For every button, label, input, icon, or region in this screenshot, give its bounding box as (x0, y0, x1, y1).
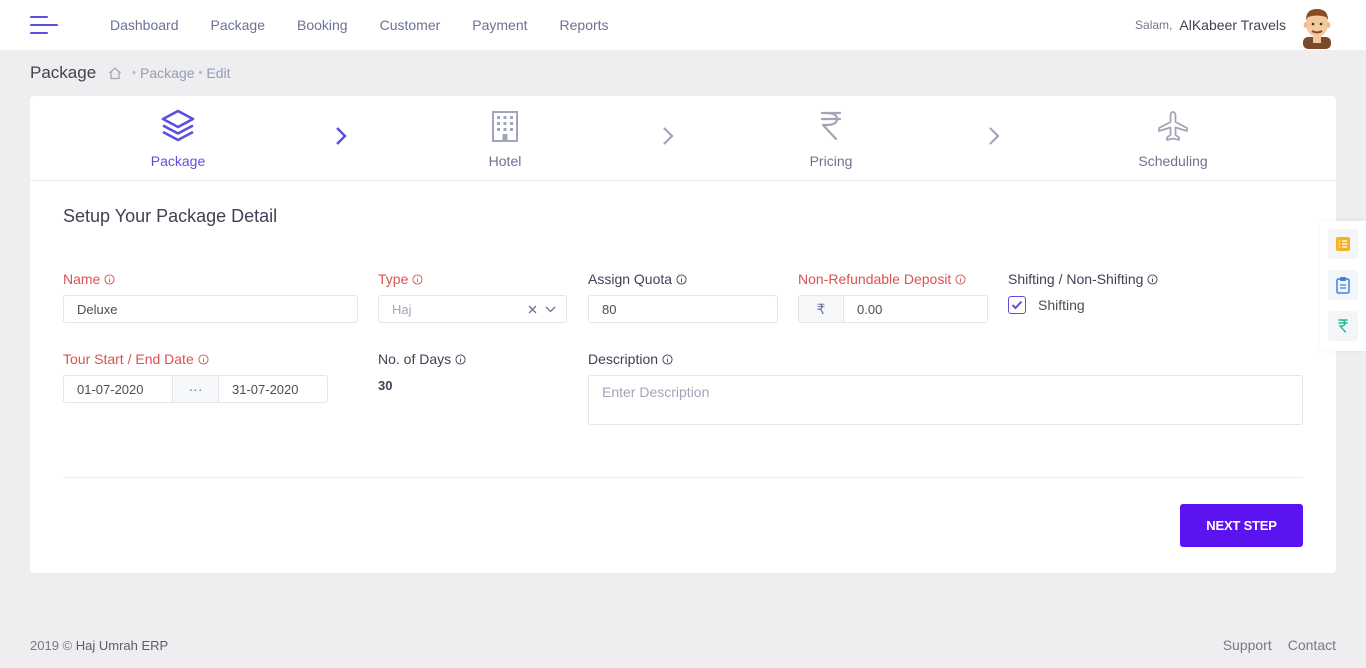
name-label-text: Name (63, 271, 101, 287)
chevron-right-icon (989, 127, 1000, 145)
user-menu[interactable]: Salam, AlKabeer Travels (1135, 0, 1336, 50)
deposit-input[interactable]: 0.00 (843, 295, 988, 323)
info-icon (955, 273, 966, 285)
user-name: AlKabeer Travels (1179, 17, 1286, 33)
form-divider (63, 477, 1303, 478)
rupee-icon (820, 111, 842, 141)
rupee-icon (1338, 319, 1348, 333)
airplane-icon (1158, 111, 1188, 141)
next-step-button[interactable]: NEXT STEP (1180, 504, 1303, 547)
shifting-checkbox[interactable] (1008, 296, 1026, 314)
main-nav: Dashboard Package Booking Customer Payme… (94, 0, 625, 50)
type-select[interactable]: Haj (378, 295, 567, 323)
nav-customer[interactable]: Customer (364, 17, 457, 33)
top-header: Dashboard Package Booking Customer Payme… (0, 0, 1366, 50)
clipboard-icon (1336, 277, 1350, 294)
info-icon (1147, 273, 1158, 285)
dates-label: Tour Start / End Date (63, 351, 209, 367)
wizard-step-label: Scheduling (1138, 153, 1208, 169)
quota-label: Assign Quota (588, 271, 687, 287)
wizard-step-label: Pricing (809, 153, 853, 169)
info-icon (662, 353, 673, 365)
days-label-text: No. of Days (378, 351, 452, 367)
nav-payment[interactable]: Payment (456, 17, 543, 33)
type-label: Type (378, 271, 423, 287)
days-value: 30 (378, 378, 393, 393)
wizard-step-scheduling[interactable]: Scheduling (1113, 108, 1233, 169)
wizard-step-hotel[interactable]: Hotel (455, 108, 555, 169)
chevron-right-icon (336, 127, 347, 145)
dates-label-text: Tour Start / End Date (63, 351, 194, 367)
nav-package[interactable]: Package (195, 17, 281, 33)
name-input[interactable]: Deluxe (63, 295, 358, 323)
end-date-input[interactable]: 31-07-2020 (218, 375, 328, 403)
quota-label-text: Assign Quota (588, 271, 673, 287)
quota-input[interactable]: 80 (588, 295, 778, 323)
days-label: No. of Days (378, 351, 466, 367)
list-icon (1336, 237, 1350, 251)
description-textarea[interactable]: Enter Description (588, 375, 1303, 425)
building-icon (492, 111, 518, 142)
description-label: Description (588, 351, 673, 367)
info-icon (412, 273, 423, 285)
wizard-step-label: Package (150, 153, 206, 169)
nav-booking[interactable]: Booking (281, 17, 364, 33)
currency-addon: ₹ (798, 295, 844, 323)
start-date-input[interactable]: 01-07-2020 (63, 375, 173, 403)
breadcrumb-separator: • (132, 67, 137, 79)
home-icon[interactable] (108, 66, 122, 80)
description-label-text: Description (588, 351, 659, 367)
nav-reports[interactable]: Reports (544, 17, 625, 33)
avatar[interactable] (1298, 5, 1336, 49)
shifting-label: Shifting / Non-Shifting (1008, 271, 1158, 287)
wizard-nav: Package Hotel Pricing Scheduling (30, 96, 1336, 181)
chevron-down-icon[interactable] (545, 306, 556, 313)
wizard-step-package[interactable]: Package (128, 108, 228, 169)
page-title: Package (30, 63, 97, 82)
breadcrumb-separator: • (198, 67, 203, 79)
name-label: Name (63, 271, 115, 287)
wizard-step-label: Hotel (488, 153, 522, 169)
shifting-label-text: Shifting / Non-Shifting (1008, 271, 1144, 287)
sticky-toolbar (1320, 221, 1366, 351)
footer-links: Support Contact (1223, 637, 1336, 653)
deposit-label: Non-Refundable Deposit (798, 271, 966, 287)
sticky-list-button[interactable] (1328, 229, 1358, 259)
date-range-separator: ··· (172, 375, 219, 403)
chevron-right-icon (663, 127, 674, 145)
form-title: Setup Your Package Detail (63, 206, 278, 226)
menu-toggle-icon[interactable] (30, 15, 58, 35)
sticky-rupee-button[interactable] (1328, 311, 1358, 341)
footer-support-link[interactable]: Support (1223, 637, 1272, 653)
breadcrumb-edit[interactable]: Edit (206, 65, 230, 81)
type-select-value: Haj (392, 301, 412, 317)
clear-icon[interactable] (528, 305, 537, 314)
breadcrumb-package[interactable]: Package (140, 65, 194, 81)
footer-year: 2019 © (30, 638, 73, 653)
check-icon (1011, 300, 1023, 310)
shifting-option-label[interactable]: Shifting (1038, 297, 1085, 313)
nav-dashboard[interactable]: Dashboard (94, 17, 195, 33)
deposit-label-text: Non-Refundable Deposit (798, 271, 952, 287)
package-card: Package Hotel Pricing Scheduling Setup Y… (30, 96, 1336, 573)
footer-brand[interactable]: Haj Umrah ERP (76, 638, 168, 653)
info-icon (676, 273, 687, 285)
greeting: Salam, (1135, 18, 1173, 32)
info-icon (198, 353, 209, 365)
wizard-step-pricing[interactable]: Pricing (781, 108, 881, 169)
footer-contact-link[interactable]: Contact (1288, 637, 1336, 653)
info-icon (455, 353, 466, 365)
info-icon (104, 273, 115, 285)
layers-icon (161, 109, 195, 142)
subheader: Package • Package • Edit (30, 62, 231, 84)
type-label-text: Type (378, 271, 409, 287)
sticky-clipboard-button[interactable] (1328, 270, 1358, 300)
footer-copyright: 2019 © Haj Umrah ERP (30, 638, 168, 653)
